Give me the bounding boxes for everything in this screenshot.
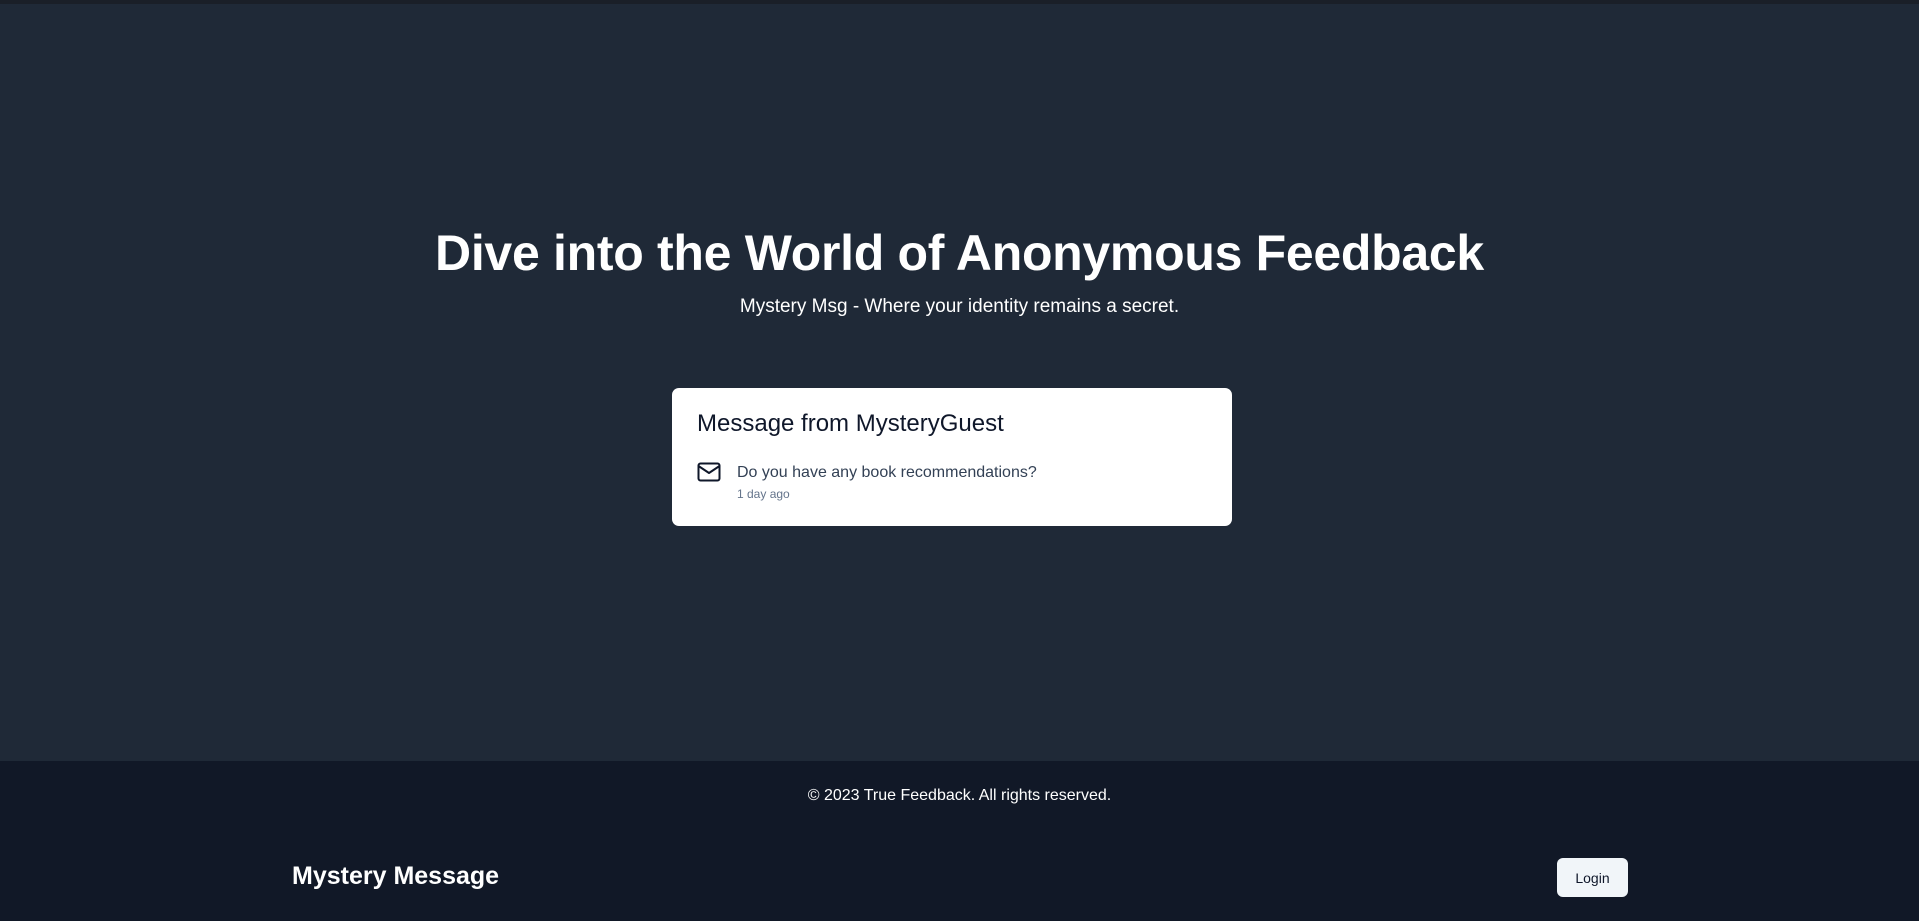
hero-title: Dive into the World of Anonymous Feedbac… [435,225,1484,281]
message-card: Message from MysteryGuest Do you have an… [672,388,1232,526]
mail-icon [697,462,721,482]
main-section: Dive into the World of Anonymous Feedbac… [0,4,1919,761]
hero-subtitle: Mystery Msg - Where your identity remain… [739,296,1180,317]
message-content: Do you have any book recommendations? [737,464,1037,481]
login-button[interactable]: Login [1557,858,1628,897]
brand-logo[interactable]: Mystery Message [292,862,499,891]
copyright-text: © 2023 True Feedback. All rights reserve… [807,787,1112,804]
footer: © 2023 True Feedback. All rights reserve… [0,761,1919,921]
message-timestamp: 1 day ago [737,487,790,501]
message-card-title: Message from MysteryGuest [697,410,1004,437]
